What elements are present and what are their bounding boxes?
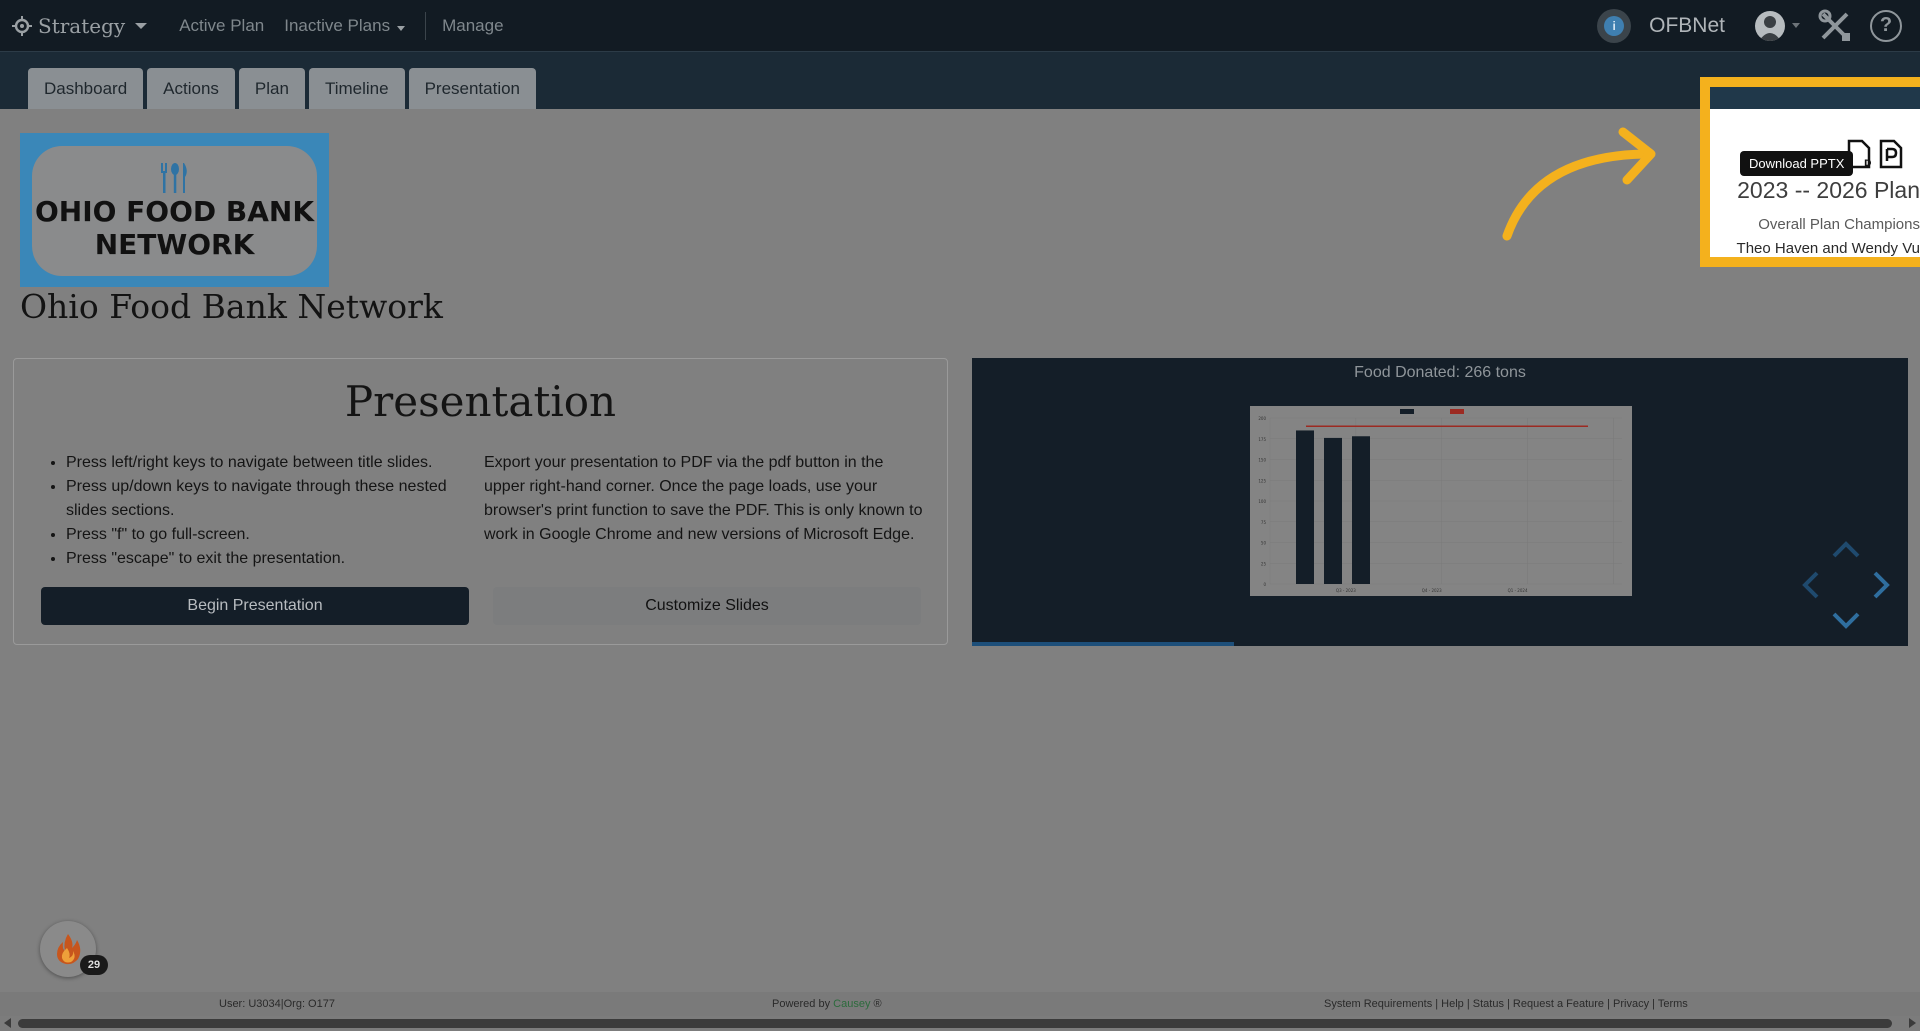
chart-x-tick-label: Q1 - 2024 xyxy=(1508,588,1528,593)
annotation-arrow-icon xyxy=(1502,127,1656,241)
plan-title: 2023 -- 2026 Plan xyxy=(1737,177,1920,203)
main-nav: Active Plan Inactive Plans Manage xyxy=(179,11,523,40)
help-icon[interactable]: ? xyxy=(1870,9,1902,42)
chart-legend-swatch xyxy=(1450,409,1464,414)
svg-text:DF: DF xyxy=(1864,159,1872,169)
powered-by-prefix: Powered by xyxy=(772,998,834,1010)
org-name[interactable]: OFBNet xyxy=(1649,14,1725,38)
logo-line-1: OHIO FOOD BANK xyxy=(34,195,315,228)
user-avatar-icon xyxy=(1759,15,1781,41)
nav-left-arrow-icon[interactable] xyxy=(1802,571,1819,599)
chart-bar xyxy=(1352,436,1370,584)
begin-presentation-button[interactable]: Begin Presentation xyxy=(41,587,469,625)
presentation-card: Presentation Press left/right keys to na… xyxy=(13,358,948,645)
customize-slides-button[interactable]: Customize Slides xyxy=(493,587,921,625)
horizontal-scrollbar[interactable] xyxy=(0,1016,1920,1031)
org-logo: OHIO FOOD BANK NETWORK xyxy=(20,133,329,287)
scrollbar-thumb[interactable] xyxy=(18,1019,1892,1028)
instruction-item: Press left/right keys to navigate betwee… xyxy=(66,451,478,475)
tab-dashboard[interactable]: Dashboard xyxy=(28,68,144,109)
chart-x-tick-label: Q3 - 2023 xyxy=(1336,588,1356,593)
chart-bar xyxy=(1296,430,1314,584)
nav-active-plan[interactable]: Active Plan xyxy=(179,16,264,36)
org-title: Ohio Food Bank Network xyxy=(20,287,443,326)
chart-y-tick-label: 50 xyxy=(1261,541,1267,546)
nav-right-arrow-icon[interactable] xyxy=(1873,571,1890,599)
chart-x-tick-label: Q4 - 2023 xyxy=(1422,588,1442,593)
chart-legend-swatch xyxy=(1400,409,1414,414)
streak-count-badge: 29 xyxy=(80,955,108,975)
tab-presentation[interactable]: Presentation xyxy=(408,68,537,109)
nav-inactive-plans[interactable]: Inactive Plans xyxy=(284,15,406,36)
tab-timeline[interactable]: Timeline xyxy=(308,68,405,109)
footer-user-info: User: U3034|Org: O177 xyxy=(219,998,335,1010)
slide-title: Food Donated: 266 tons xyxy=(1354,364,1526,381)
cutlery-icon xyxy=(160,163,187,193)
top-navbar: Strategy Active Plan Inactive Plans Mana… xyxy=(0,0,1920,51)
highlighted-plan-panel: DF Download PPTX 2023 -- 2026 Plan Overa… xyxy=(1700,77,1920,267)
chart-y-tick-label: 200 xyxy=(1258,416,1266,421)
chart-y-tick-label: 0 xyxy=(1263,582,1266,587)
bar-chart-svg: 0 25 50 75 100 125 150 175 200 Q3 - 2023 Q4 - 2023… xyxy=(1258,409,1622,593)
tab-actions[interactable]: Actions xyxy=(147,68,235,109)
user-avatar[interactable] xyxy=(1755,10,1785,41)
pptx-download-icon[interactable] xyxy=(1878,139,1904,169)
chart-y-tick-label: 150 xyxy=(1258,458,1266,463)
slide-navigation-controls xyxy=(1802,541,1890,629)
nav-divider xyxy=(425,11,427,40)
chart-bar xyxy=(1324,437,1342,584)
powered-by-suffix: ® xyxy=(870,998,882,1010)
brand-label: Strategy xyxy=(38,13,126,38)
presentation-heading: Presentation xyxy=(344,377,617,426)
nav-inactive-plans-label: Inactive Plans xyxy=(284,15,391,35)
topbar-right: i OFBNet ? xyxy=(1597,0,1920,51)
brand-menu[interactable]: Strategy xyxy=(12,13,148,38)
instruction-item: Press "escape" to exit the presentation. xyxy=(66,547,478,571)
export-instructions: Export your presentation to PDF via the … xyxy=(484,454,923,543)
logo-wordmark: OHIO FOOD BANK NETWORK xyxy=(35,195,314,261)
chart-y-tick-label: 25 xyxy=(1261,561,1267,566)
plan-champions-names: Theo Haven and Wendy Vu xyxy=(1736,240,1920,257)
tools-icon[interactable] xyxy=(1818,9,1852,43)
chart-y-tick-label: 175 xyxy=(1258,437,1266,442)
slide-chart: 0 25 50 75 100 125 150 175 200 Q3 - 2023 Q4 - 2023… xyxy=(1250,406,1632,596)
nav-down-arrow-icon[interactable] xyxy=(1832,612,1860,629)
export-buttons: DF xyxy=(1846,139,1904,169)
chart-y-tick-label: 75 xyxy=(1261,520,1267,525)
tab-plan[interactable]: Plan xyxy=(238,68,305,109)
causey-link[interactable]: Causey xyxy=(833,998,870,1010)
slide-preview[interactable]: Food Donated: 266 tons 0 25 50 75 100 125 150 1… xyxy=(972,358,1908,646)
logo-line-2: NETWORK xyxy=(94,228,255,261)
instruction-item: Press "f" to go full-screen. xyxy=(66,523,478,547)
page-footer: User: U3034|Org: O177 Powered by Causey … xyxy=(0,992,1920,1016)
org-switch-button[interactable]: i xyxy=(1597,8,1632,43)
chart-y-tick-label: 100 xyxy=(1258,499,1266,504)
brand-caret-icon xyxy=(135,22,148,29)
inactive-plans-caret-icon xyxy=(397,25,406,31)
footer-links[interactable]: System Requirements | Help | Status | Re… xyxy=(1324,998,1688,1010)
plan-champions-label: Overall Plan Champions xyxy=(1758,216,1920,233)
scroll-right-arrow-icon[interactable] xyxy=(1909,1018,1916,1028)
flame-icon xyxy=(57,934,81,965)
org-logo-badge: OHIO FOOD BANK NETWORK xyxy=(32,146,317,276)
chart-y-tick-label: 125 xyxy=(1258,478,1266,483)
instruction-item: Press up/down keys to navigate through t… xyxy=(66,475,478,523)
nav-manage[interactable]: Manage xyxy=(442,16,503,36)
scroll-left-arrow-icon[interactable] xyxy=(4,1018,11,1028)
tab-list: Dashboard Actions Plan Timeline Presenta… xyxy=(28,68,540,109)
footer-powered-by: Powered by Causey ® xyxy=(772,998,882,1010)
plan-panel-header xyxy=(1710,87,1920,109)
strategy-gear-icon xyxy=(12,15,32,36)
download-pptx-tooltip: Download PPTX xyxy=(1740,151,1854,176)
user-menu-caret-icon[interactable] xyxy=(1792,23,1800,28)
tab-strip: Dashboard Actions Plan Timeline Presenta… xyxy=(0,51,1920,109)
org-info-icon: i xyxy=(1604,15,1625,36)
instruction-list: Press left/right keys to navigate betwee… xyxy=(48,451,478,571)
slide-progress-bar xyxy=(972,642,1235,646)
nav-up-arrow-icon[interactable] xyxy=(1832,541,1860,558)
